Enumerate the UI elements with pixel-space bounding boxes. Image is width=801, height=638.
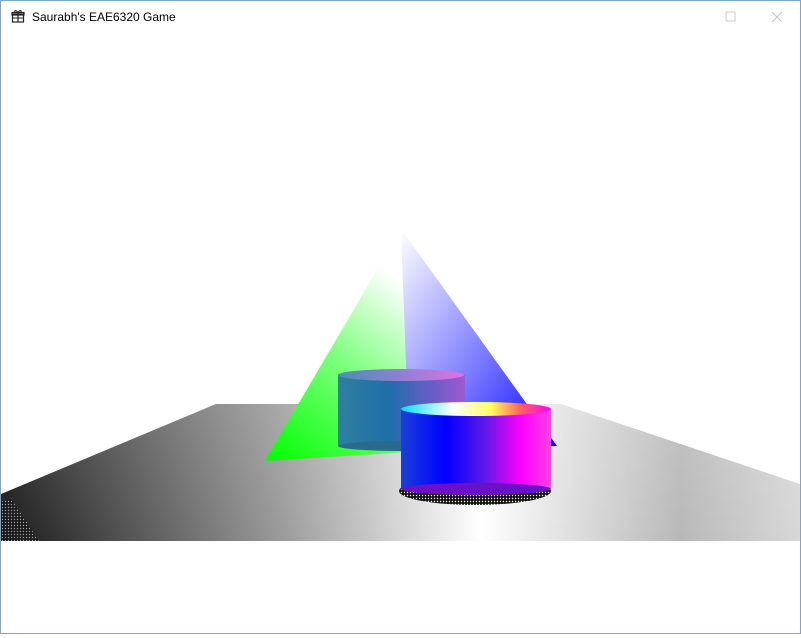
app-window: Saurabh's EAE6320 Game — [0, 0, 801, 634]
maximize-button[interactable] — [708, 1, 754, 32]
window-title: Saurabh's EAE6320 Game — [32, 10, 176, 24]
gift-icon — [11, 10, 25, 23]
scene-canvas — [1, 229, 800, 541]
title-bar[interactable]: Saurabh's EAE6320 Game — [1, 1, 800, 32]
cylinder-front-top — [401, 402, 551, 416]
close-icon — [771, 11, 783, 23]
game-viewport[interactable] — [1, 32, 800, 633]
cylinder-front-side — [401, 409, 551, 489]
cylinder-back-top — [338, 369, 464, 381]
maximize-icon — [725, 11, 736, 22]
close-button[interactable] — [754, 1, 800, 32]
cylinder-front-bottom — [401, 483, 551, 495]
